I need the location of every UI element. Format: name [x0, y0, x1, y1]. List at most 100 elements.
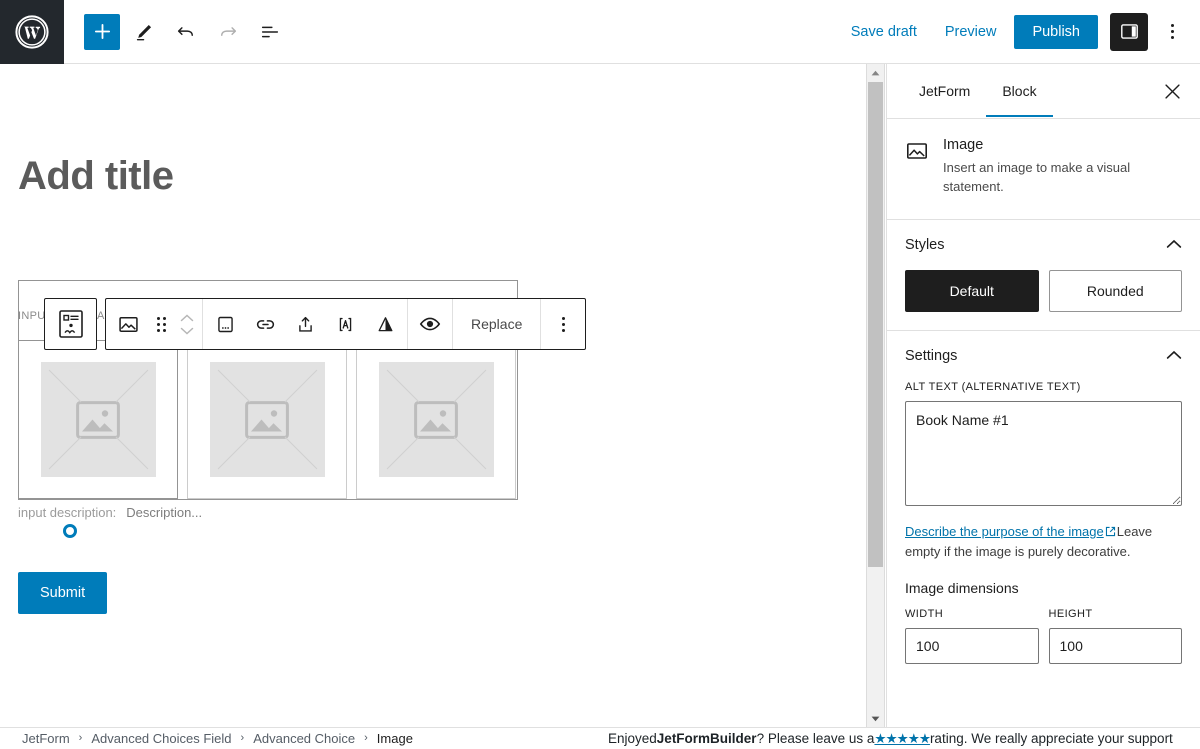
scroll-up-arrow-icon[interactable]: [867, 64, 884, 81]
editor-top-bar: Save draft Preview Publish: [0, 0, 1200, 64]
width-input[interactable]: [905, 628, 1039, 664]
advanced-choice-item[interactable]: [187, 340, 347, 499]
tab-block[interactable]: Block: [986, 66, 1052, 117]
rating-brand: JetFormBuilder: [657, 731, 757, 746]
add-block-button[interactable]: [84, 14, 120, 50]
settings-panel-title: Settings: [905, 348, 957, 364]
link-icon: [254, 313, 277, 336]
chevron-down-icon: [180, 327, 194, 335]
advanced-choice-item[interactable]: [356, 340, 516, 499]
styles-panel-header[interactable]: Styles: [887, 220, 1200, 270]
add-text-over-image-button[interactable]: [325, 299, 365, 349]
move-block-buttons[interactable]: [174, 299, 200, 349]
breadcrumb: JetForm › Advanced Choices Field › Advan…: [0, 731, 413, 746]
top-bar-right-tools: Save draft Preview Publish: [841, 13, 1200, 51]
height-field-group: HEIGHT: [1049, 608, 1183, 664]
tab-jetform[interactable]: JetForm: [903, 66, 986, 117]
alt-text-label: ALT TEXT (ALTERNATIVE TEXT): [905, 381, 1182, 393]
image-block-icon: [905, 139, 929, 163]
more-options-button[interactable]: [1156, 13, 1188, 51]
styles-panel-body: Default Rounded: [887, 270, 1200, 330]
block-name: Image: [943, 137, 1182, 153]
breadcrumb-separator: ›: [79, 732, 83, 744]
drag-handle-dots-icon: [157, 317, 166, 332]
field-description-row: input description: Description...: [18, 505, 202, 520]
scroll-down-arrow-icon[interactable]: [867, 710, 884, 727]
advanced-choice-item[interactable]: [18, 340, 178, 499]
drag-block-handle[interactable]: [148, 299, 174, 349]
settings-sidebar-toggle[interactable]: [1110, 13, 1148, 51]
chevron-up-icon: [1166, 236, 1182, 254]
describe-image-link[interactable]: Describe the purpose of the image: [905, 524, 1104, 539]
breadcrumb-item-advanced-choice[interactable]: Advanced Choice: [253, 731, 355, 746]
alt-text-input[interactable]: [905, 401, 1182, 506]
settings-panel-header[interactable]: Settings: [887, 331, 1200, 381]
insert-link-button[interactable]: [245, 299, 285, 349]
list-view-button[interactable]: [252, 14, 288, 50]
sidebar-tabs: JetForm Block: [887, 64, 1200, 119]
editor-canvas: Add title INPU A: [0, 64, 866, 727]
image-placeholder: [41, 362, 156, 477]
undo-button[interactable]: [168, 14, 204, 50]
editor-bottom-bar: JetForm › Advanced Choices Field › Advan…: [0, 727, 1200, 748]
styles-panel-title: Styles: [905, 237, 945, 253]
replace-button[interactable]: Replace: [455, 299, 538, 349]
add-caption-icon: [215, 314, 236, 335]
save-draft-button[interactable]: Save draft: [841, 18, 927, 46]
block-info-card: Image Insert an image to make a visual s…: [887, 119, 1200, 220]
duotone-filter-icon: [375, 314, 396, 335]
image-block-icon: [117, 313, 140, 336]
vertical-dots-icon: [562, 317, 565, 332]
rating-request-note: Enjoyed JetFormBuilder? Please leave us …: [608, 728, 1200, 749]
block-type-button[interactable]: [108, 299, 148, 349]
height-label: HEIGHT: [1049, 608, 1183, 620]
style-variation-list: Default Rounded: [905, 270, 1182, 312]
style-option-default[interactable]: Default: [905, 270, 1039, 312]
block-more-options-button[interactable]: [543, 299, 583, 349]
crop-upload-icon: [295, 314, 316, 335]
styles-panel: Styles Default Rounded: [887, 220, 1200, 331]
block-toolbar-group-replace: Replace: [453, 299, 541, 349]
image-dimensions-row: WIDTH HEIGHT: [905, 608, 1182, 664]
breadcrumb-item-jetform[interactable]: JetForm: [22, 731, 70, 746]
top-bar-left-tools: [64, 14, 288, 50]
style-option-rounded[interactable]: Rounded: [1049, 270, 1183, 312]
redo-button[interactable]: [210, 14, 246, 50]
form-input-field-icon: [58, 309, 84, 339]
wordpress-logo-icon[interactable]: [0, 0, 64, 64]
settings-sidebar: JetForm Block Image Insert an image to m…: [886, 64, 1200, 727]
width-field-group: WIDTH: [905, 608, 1039, 664]
publish-button[interactable]: Publish: [1014, 15, 1098, 49]
close-x-icon: [1164, 83, 1181, 100]
block-toolbar-group-preview: [408, 299, 453, 349]
preview-button[interactable]: Preview: [935, 18, 1007, 46]
scrollbar-thumb[interactable]: [868, 82, 883, 567]
field-description-label: input description:: [18, 505, 116, 520]
submit-button[interactable]: Submit: [18, 572, 107, 614]
advanced-choices-list: [18, 340, 516, 499]
duotone-filter-button[interactable]: [365, 299, 405, 349]
breadcrumb-item-advanced-choices-field[interactable]: Advanced Choices Field: [91, 731, 231, 746]
breadcrumb-item-image: Image: [377, 731, 413, 746]
edit-tool-button[interactable]: [126, 14, 162, 50]
field-description-value: Description...: [126, 505, 202, 520]
add-caption-button[interactable]: [205, 299, 245, 349]
block-description: Insert an image to make a visual stateme…: [943, 159, 1182, 197]
post-title-placeholder[interactable]: Add title: [18, 154, 173, 199]
crop-upload-button[interactable]: [285, 299, 325, 349]
resize-handle-bottom[interactable]: [63, 524, 77, 538]
settings-panel: Settings ALT TEXT (ALTERNATIVE TEXT) Des…: [887, 331, 1200, 682]
close-sidebar-button[interactable]: [1154, 73, 1190, 109]
vertical-dots-icon: [1171, 24, 1174, 39]
rating-suffix: rating. We really appreciate your suppor…: [930, 731, 1173, 746]
block-toolbar-group-block: [106, 299, 203, 349]
width-label: WIDTH: [905, 608, 1039, 620]
height-input[interactable]: [1049, 628, 1183, 664]
preview-toggle-button[interactable]: [410, 299, 450, 349]
canvas-scrollbar[interactable]: [866, 64, 885, 727]
image-placeholder: [379, 362, 494, 477]
block-toolbar-group-more: [541, 299, 585, 349]
rating-stars-link[interactable]: ★★★★★: [874, 731, 930, 747]
rating-mid: ? Please leave us a: [757, 731, 875, 746]
select-parent-block-button[interactable]: [44, 298, 97, 350]
